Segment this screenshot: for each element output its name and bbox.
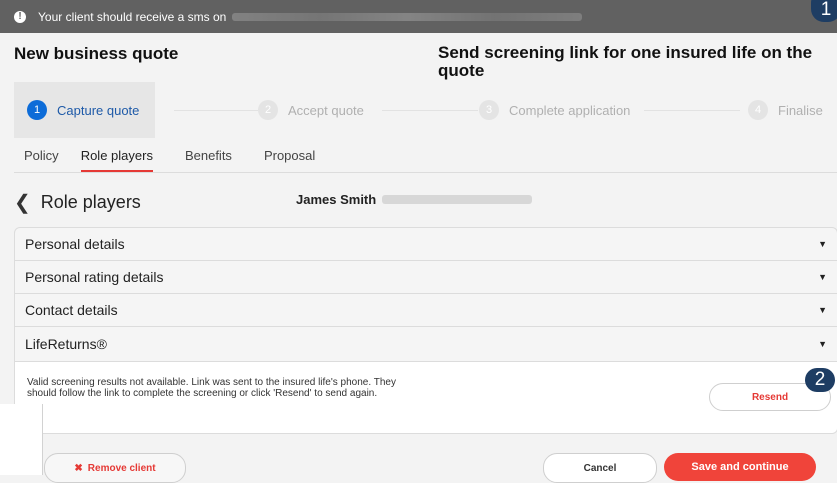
step-number: 1 <box>27 100 47 120</box>
step-connector <box>644 110 740 111</box>
remove-client-label: Remove client <box>87 462 156 474</box>
tab-proposal[interactable]: Proposal <box>254 148 315 172</box>
accordion-lifereturns[interactable]: LifeReturns® ▼ <box>15 327 837 362</box>
accordion-personal-details[interactable]: Personal details ▼ <box>15 228 837 261</box>
accordion-personal-rating-details[interactable]: Personal rating details ▼ <box>15 261 837 294</box>
accordion-label: Personal rating details <box>25 269 164 285</box>
caret-down-icon: ▼ <box>818 239 827 249</box>
step-finalise[interactable]: 4 Finalise <box>748 82 823 138</box>
page-subtitle: Send screening link for one insured life… <box>438 43 813 80</box>
tabs-divider <box>14 172 837 173</box>
info-icon: ! <box>14 10 26 23</box>
step-label: Finalise <box>778 102 823 118</box>
insured-person: James Smith <box>296 192 533 207</box>
step-label: Accept quote <box>288 102 364 118</box>
close-icon: ✖ <box>74 462 83 474</box>
caret-down-icon: ▼ <box>818 339 827 349</box>
chevron-left-icon[interactable]: ❮ <box>14 190 31 215</box>
accordion-label: Contact details <box>25 302 118 318</box>
lifereturns-panel: Valid screening results not available. L… <box>15 362 837 433</box>
tab-benefits[interactable]: Benefits <box>175 148 232 172</box>
step-number: 4 <box>748 100 768 120</box>
tab-policy[interactable]: Policy <box>14 148 59 172</box>
cancel-button[interactable]: Cancel <box>543 453 657 483</box>
step-label: Complete application <box>509 102 631 118</box>
page-title: New business quote <box>14 44 179 63</box>
role-player-accordion: Personal details ▼ Personal rating detai… <box>14 227 837 434</box>
accordion-contact-details[interactable]: Contact details ▼ <box>15 294 837 327</box>
callout-badge-2: 2 <box>805 368 835 392</box>
step-number: 2 <box>258 100 278 120</box>
redacted-text <box>232 12 583 21</box>
caret-down-icon: ▼ <box>818 305 827 315</box>
step-complete-application[interactable]: 3 Complete application <box>479 82 630 138</box>
remove-client-button[interactable]: ✖ Remove client <box>44 453 186 483</box>
screening-note: Valid screening results not available. L… <box>27 377 396 399</box>
step-connector <box>382 110 478 111</box>
toast-message: Your client should receive a sms on <box>38 9 227 24</box>
side-panel <box>0 404 43 475</box>
save-and-continue-button[interactable]: Save and continue <box>664 453 816 481</box>
person-name: James Smith <box>296 192 377 207</box>
notification-toast: ! Your client should receive a sms on <box>0 0 837 33</box>
step-accept-quote[interactable]: 2 Accept quote <box>258 82 364 138</box>
tab-bar: Policy Role players Benefits Proposal <box>14 148 337 172</box>
step-number: 3 <box>479 100 499 120</box>
tab-role-players[interactable]: Role players <box>80 148 153 172</box>
accordion-label: LifeReturns® <box>25 336 107 352</box>
accordion-label: Personal details <box>25 236 125 252</box>
progress-stepper: 1 Capture quote 2 Accept quote 3 Complet… <box>14 82 837 138</box>
section-header: ❮ Role players <box>14 190 141 215</box>
step-label: Capture quote <box>57 102 140 118</box>
section-title: Role players <box>40 192 141 212</box>
step-capture-quote[interactable]: 1 Capture quote <box>14 82 156 138</box>
caret-down-icon: ▼ <box>818 272 827 282</box>
step-connector <box>174 110 258 111</box>
callout-badge-1: 1 <box>811 0 837 22</box>
redacted-id <box>382 195 533 204</box>
